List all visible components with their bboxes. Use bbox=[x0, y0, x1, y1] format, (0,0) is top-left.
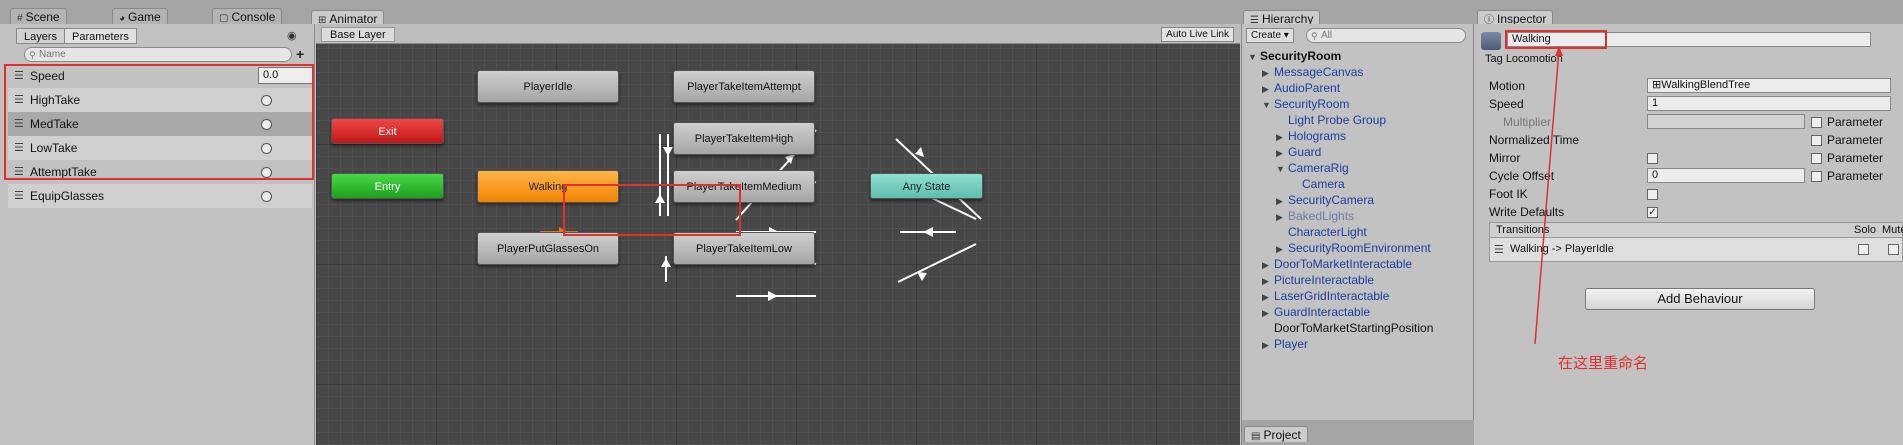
state-node-take-item-high[interactable]: PlayerTakeItemHigh bbox=[673, 122, 815, 155]
hierarchy-item-label: DoorToMarketStartingPosition bbox=[1274, 321, 1434, 335]
hierarchy-item[interactable]: ▶ AudioParent bbox=[1262, 80, 1340, 96]
hierarchy-item-label: Camera bbox=[1302, 177, 1345, 191]
collapsed-arrow-icon[interactable]: ▶ bbox=[1276, 241, 1284, 257]
expanded-arrow-icon[interactable]: ▼ bbox=[1276, 161, 1285, 177]
hierarchy-item-label: CharacterLight bbox=[1288, 225, 1367, 239]
hierarchy-item-label: DoorToMarketInteractable bbox=[1274, 257, 1413, 271]
tab-scene[interactable]: # Scene bbox=[10, 8, 67, 24]
hierarchy-item[interactable]: ▶ LaserGridInteractable bbox=[1262, 288, 1389, 304]
collapsed-arrow-icon[interactable]: ▶ bbox=[1276, 193, 1284, 209]
hierarchy-item-label: SecurityRoom bbox=[1274, 97, 1350, 111]
search-icon: ⚲ bbox=[29, 50, 36, 60]
hierarchy-item[interactable]: CharacterLight bbox=[1276, 224, 1367, 240]
hierarchy-panel: Create ▾ ⚲ All ▼ SecurityRoom ▶ MessageCanva… bbox=[1241, 24, 1474, 420]
expanded-arrow-icon[interactable]: ▼ bbox=[1248, 49, 1257, 65]
grid-icon: # bbox=[17, 13, 23, 24]
breadcrumb[interactable]: Base Layer bbox=[321, 27, 395, 42]
hierarchy-item[interactable]: ▼ SecurityRoom bbox=[1248, 48, 1341, 64]
drag-handle-icon[interactable]: ☰ bbox=[14, 184, 24, 208]
state-node-entry[interactable]: Entry bbox=[331, 173, 444, 199]
hierarchy-item-label: Player bbox=[1274, 337, 1309, 351]
hierarchy-item-label: GuardInteractable bbox=[1274, 305, 1371, 319]
state-node-take-item-low[interactable]: PlayerTakeItemLow bbox=[673, 232, 815, 265]
pacman-icon: ◕ bbox=[119, 13, 126, 24]
parameter-search-input[interactable]: ⚲ Name bbox=[24, 47, 292, 62]
hierarchy-item-label: BakedLights bbox=[1288, 209, 1355, 223]
animator-graph[interactable]: Base Layer Auto Live Link PlayerIdle Pla… bbox=[316, 24, 1240, 445]
collapsed-arrow-icon[interactable]: ▶ bbox=[1276, 145, 1284, 161]
collapsed-arrow-icon[interactable]: ▶ bbox=[1262, 273, 1270, 289]
state-node-any-state[interactable]: Any State bbox=[870, 173, 983, 199]
hierarchy-item-label: CameraRig bbox=[1288, 161, 1349, 175]
collapsed-arrow-icon[interactable]: ▶ bbox=[1262, 81, 1270, 97]
collapsed-arrow-icon[interactable]: ▶ bbox=[1262, 257, 1270, 273]
state-node-exit[interactable]: Exit bbox=[331, 118, 444, 144]
eye-icon[interactable]: ◉ bbox=[287, 29, 297, 42]
collapsed-arrow-icon[interactable]: ▶ bbox=[1276, 129, 1284, 145]
hierarchy-item-label: SecurityRoom bbox=[1260, 49, 1342, 63]
hierarchy-item[interactable]: ▶ GuardInteractable bbox=[1262, 304, 1370, 320]
hierarchy-item[interactable]: ▶ PictureInteractable bbox=[1262, 272, 1374, 288]
trigger-radio[interactable] bbox=[261, 191, 272, 202]
hierarchy-item-label: Holograms bbox=[1288, 129, 1347, 143]
hierarchy-item[interactable]: Light Probe Group bbox=[1276, 112, 1386, 128]
create-dropdown[interactable]: Create ▾ bbox=[1246, 28, 1294, 43]
project-panel: ▤ Project bbox=[1241, 420, 1474, 445]
graph-toolbar: Base Layer Auto Live Link bbox=[316, 24, 1240, 44]
hierarchy-item[interactable]: ▶ Guard bbox=[1276, 144, 1321, 160]
hierarchy-item-label: PictureInteractable bbox=[1274, 273, 1375, 287]
state-node-player-idle[interactable]: PlayerIdle bbox=[477, 70, 619, 103]
tab-game[interactable]: ◕ Game bbox=[112, 8, 168, 24]
tab-layers[interactable]: Layers bbox=[16, 28, 66, 44]
highlight-box bbox=[563, 184, 741, 236]
annotation-text: 在这里重命名 bbox=[1558, 354, 1649, 372]
hierarchy-item[interactable]: Camera bbox=[1290, 176, 1345, 192]
tab-parameters[interactable]: Parameters bbox=[64, 28, 137, 44]
hierarchy-item[interactable]: ▼ SecurityRoom bbox=[1262, 96, 1349, 112]
collapsed-arrow-icon[interactable]: ▶ bbox=[1276, 209, 1284, 225]
state-node-put-glasses-on[interactable]: PlayerPutGlassesOn bbox=[477, 232, 619, 265]
folder-icon: ▤ bbox=[1251, 431, 1261, 442]
hierarchy-item[interactable]: ▶ MessageCanvas bbox=[1262, 64, 1363, 80]
search-icon: ⚲ bbox=[1311, 31, 1318, 41]
hierarchy-search-input[interactable]: ⚲ All bbox=[1306, 28, 1466, 43]
hierarchy-item[interactable]: ▼ CameraRig bbox=[1276, 160, 1349, 176]
hierarchy-item-label: Guard bbox=[1288, 145, 1322, 159]
hierarchy-item[interactable]: ▶ BakedLights bbox=[1276, 208, 1354, 224]
hierarchy-item-label: Light Probe Group bbox=[1288, 113, 1387, 127]
add-parameter-button[interactable]: + bbox=[296, 46, 304, 62]
inspector-panel: Walking Tag Locomotion Motion ⊞WalkingBl… bbox=[1475, 24, 1903, 445]
hierarchy-item[interactable]: ▶ DoorToMarketInteractable bbox=[1262, 256, 1412, 272]
hierarchy-item[interactable]: ▶ Holograms bbox=[1276, 128, 1346, 144]
hierarchy-item-label: MessageCanvas bbox=[1274, 65, 1364, 79]
auto-live-link-button[interactable]: Auto Live Link bbox=[1161, 27, 1234, 42]
hierarchy-item[interactable]: DoorToMarketStartingPosition bbox=[1262, 320, 1433, 336]
hierarchy-item-label: LaserGridInteractable bbox=[1274, 289, 1390, 303]
parameters-panel: Layers Parameters ◉ ⚲ Name + ☰ Speed 0.0 … bbox=[0, 24, 315, 445]
tab-project[interactable]: ▤ Project bbox=[1244, 426, 1308, 442]
collapsed-arrow-icon[interactable]: ▶ bbox=[1262, 305, 1270, 321]
expanded-arrow-icon[interactable]: ▼ bbox=[1262, 97, 1271, 113]
tab-console[interactable]: ▢ Console bbox=[212, 8, 283, 24]
highlight-box bbox=[4, 64, 314, 180]
hierarchy-item[interactable]: ▶ SecurityCamera bbox=[1276, 192, 1374, 208]
collapsed-arrow-icon[interactable]: ▶ bbox=[1262, 65, 1270, 81]
parameter-row[interactable]: ☰ EquipGlasses bbox=[8, 184, 312, 208]
hierarchy-item-label: SecurityRoomEnvironment bbox=[1288, 241, 1431, 255]
collapsed-arrow-icon[interactable]: ▶ bbox=[1262, 337, 1270, 353]
hierarchy-item[interactable]: ▶ Player bbox=[1262, 336, 1308, 352]
top-tab-strip: # Scene ◕ Game ▢ Console ⊞ Animator ☰ Hierarc… bbox=[0, 0, 1903, 26]
hierarchy-item[interactable]: ▶ SecurityRoomEnvironment bbox=[1276, 240, 1431, 256]
annotation-arrow bbox=[1534, 46, 1563, 345]
state-node-take-item-attempt[interactable]: PlayerTakeItemAttempt bbox=[673, 70, 815, 103]
console-icon: ▢ bbox=[219, 13, 229, 24]
collapsed-arrow-icon[interactable]: ▶ bbox=[1262, 289, 1270, 305]
hierarchy-item-label: SecurityCamera bbox=[1288, 193, 1375, 207]
hierarchy-item-label: AudioParent bbox=[1274, 81, 1341, 95]
